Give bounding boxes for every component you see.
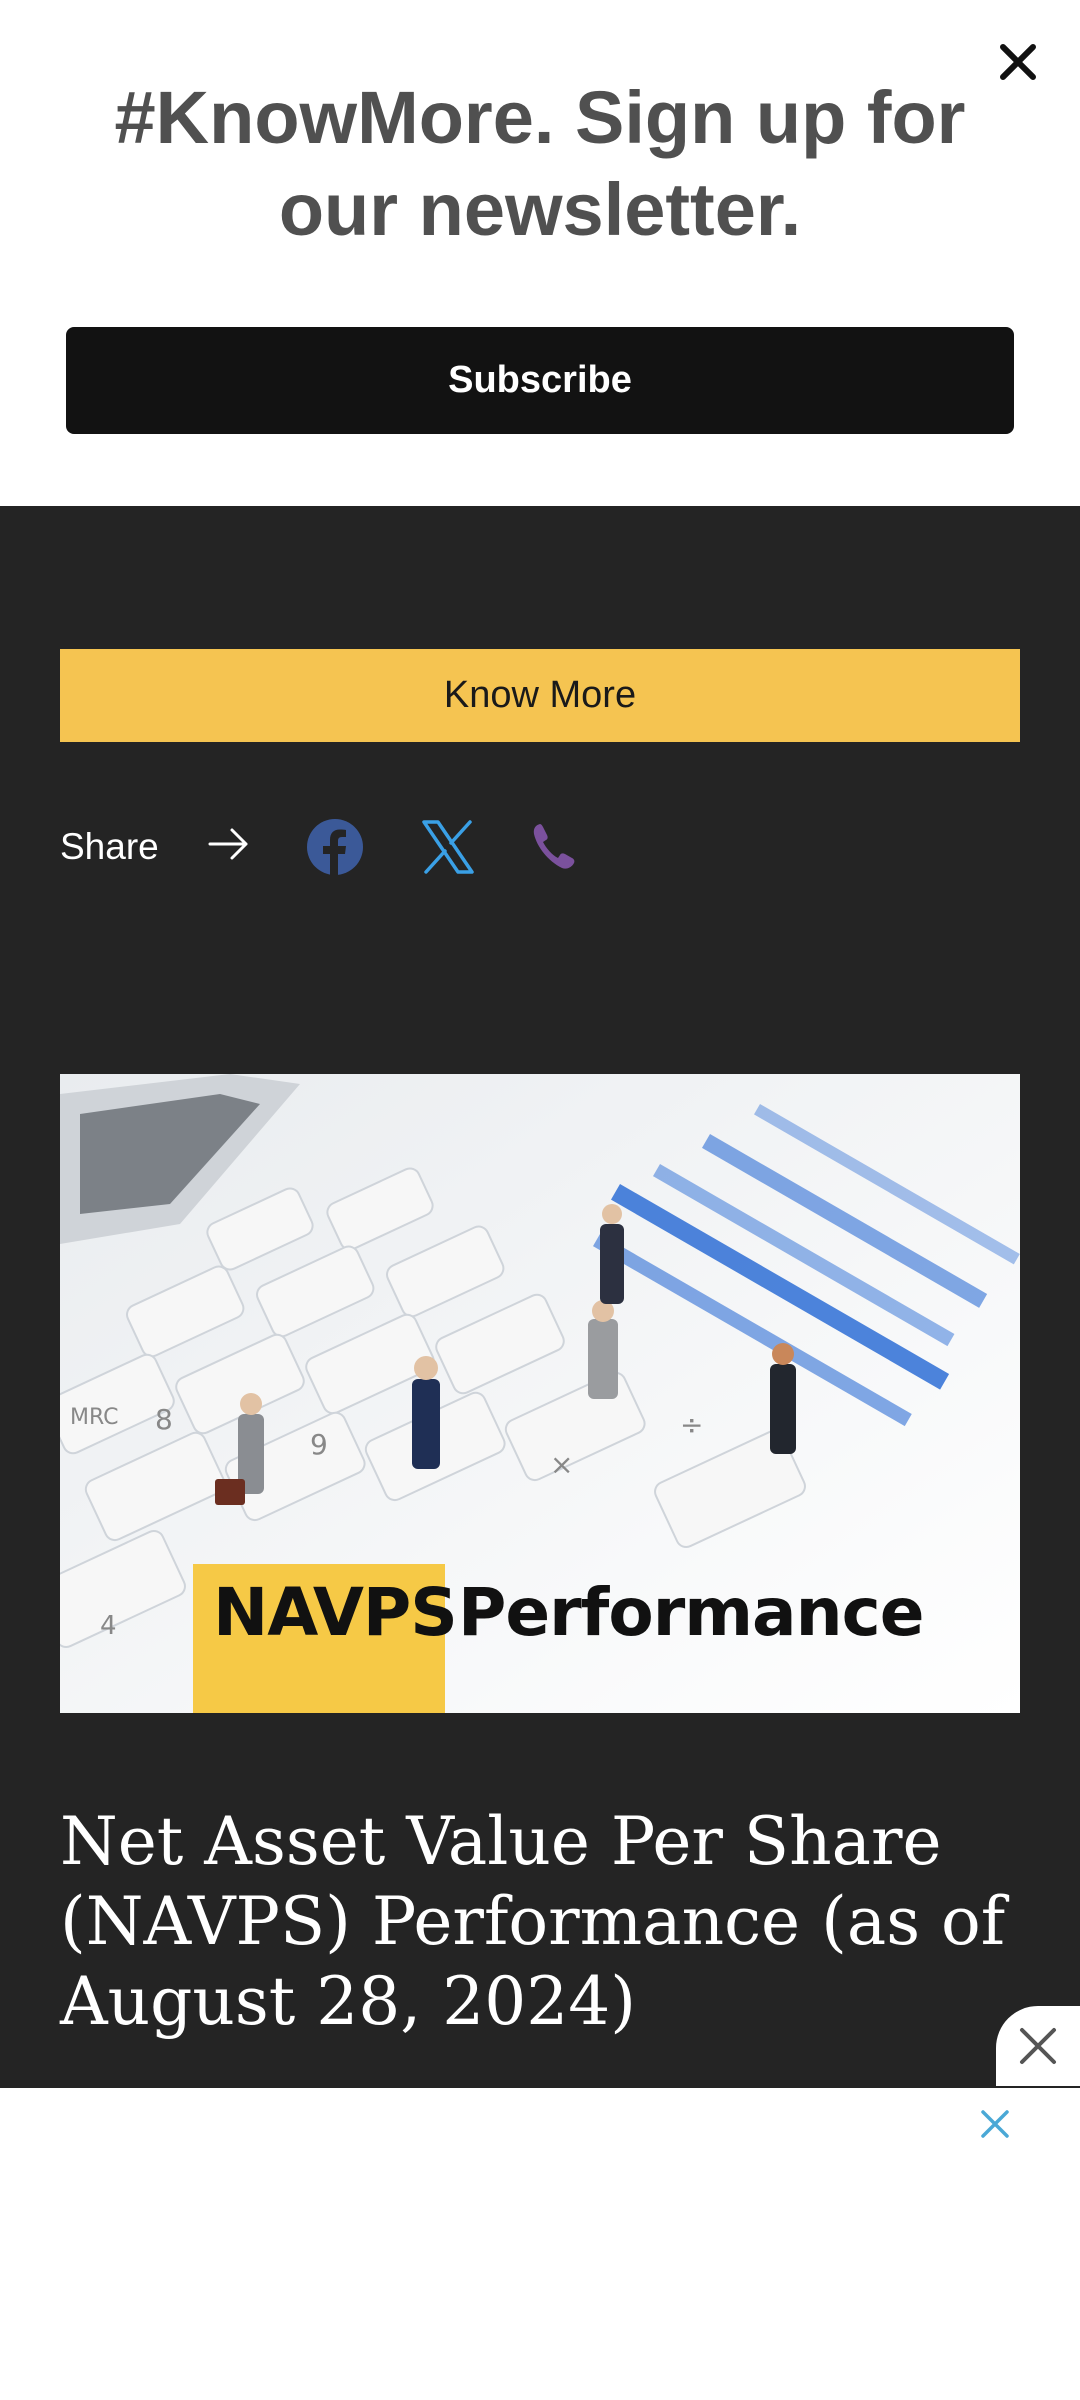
know-more-button[interactable]: Know More (60, 649, 1020, 742)
article-title: Net Asset Value Per Share (NAVPS) Perfor… (60, 1803, 1006, 2040)
svg-text:9: 9 (310, 1428, 328, 1461)
share-label: Share (60, 826, 159, 867)
newsletter-title: #KnowMore. Sign up for our newsletter. (114, 76, 966, 251)
close-icon[interactable] (1017, 2025, 1059, 2067)
x-icon[interactable] (422, 820, 474, 879)
ad-banner (0, 2088, 1080, 2400)
hero-label-navps: NAVPS (213, 1574, 458, 1651)
svg-text:MRC: MRC (70, 1405, 119, 1430)
viber-icon[interactable] (530, 820, 578, 877)
hero-label-performance: Performance (458, 1574, 924, 1651)
svg-text:8: 8 (155, 1403, 173, 1436)
ad-close-tab[interactable] (996, 2006, 1080, 2086)
svg-text:4: 4 (100, 1611, 117, 1641)
ad-close-icon[interactable] (975, 2104, 1015, 2144)
article-hero-image: 8 9 MRC × ÷ 4 NAVPS Performance (60, 1074, 1020, 1713)
subscribe-button[interactable]: Subscribe (66, 327, 1014, 434)
svg-text:×: × (550, 1448, 573, 1481)
share-row: Share (60, 812, 660, 884)
facebook-icon[interactable] (306, 818, 364, 881)
svg-text:÷: ÷ (680, 1408, 703, 1441)
arrow-right-icon (208, 826, 250, 867)
newsletter-banner: #KnowMore. Sign up for our newsletter. S… (0, 0, 1080, 506)
